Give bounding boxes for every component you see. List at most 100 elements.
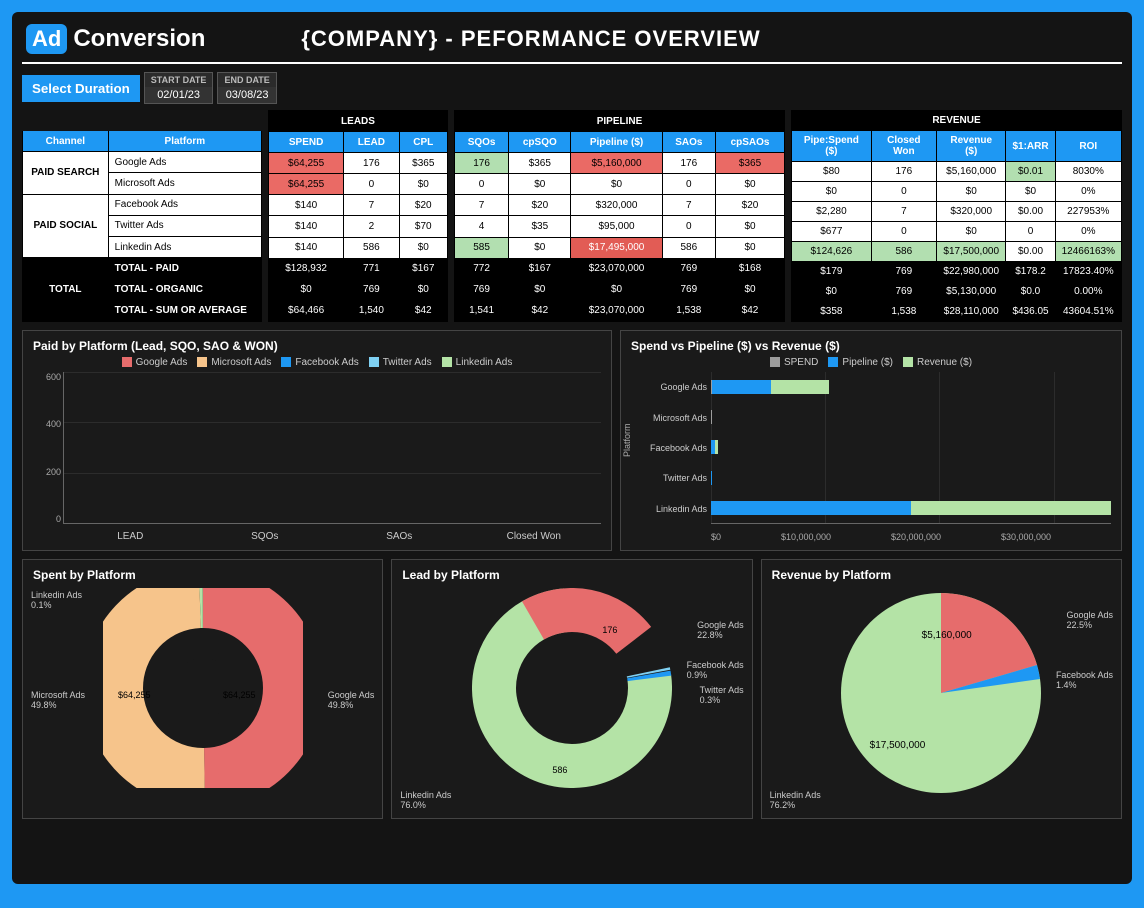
cell: 7 — [455, 195, 509, 216]
chart-legend: SPEND Pipeline ($) Revenue ($) — [631, 357, 1111, 368]
cell: $95,000 — [571, 216, 662, 237]
cell: $0 — [936, 222, 1005, 242]
cell: $23,070,000 — [571, 300, 662, 321]
cell: 17823.40% — [1055, 262, 1121, 282]
cell: 0 — [1006, 222, 1055, 242]
th: ROI — [1055, 131, 1121, 162]
th: Pipeline ($) — [571, 132, 662, 153]
total-row-label: TOTAL - ORGANIC — [108, 279, 261, 300]
legend-item: Twitter Ads — [383, 357, 432, 368]
pipeline-title: PIPELINE — [455, 111, 785, 132]
end-date-value: 03/08/23 — [218, 87, 275, 103]
cell: 586 — [871, 242, 936, 262]
select-duration-button[interactable]: Select Duration — [22, 75, 140, 102]
pie-pct: 22.5% — [1066, 620, 1092, 630]
cell: 769 — [344, 279, 399, 300]
cell: $0 — [509, 279, 571, 300]
cell: $42 — [399, 300, 447, 321]
cell: $128,932 — [269, 258, 344, 279]
pie-value: $64,255 — [118, 690, 151, 700]
cell: 12466163% — [1055, 242, 1121, 262]
ytick: Google Ads — [631, 382, 707, 392]
pie-label: Google Ads — [1066, 610, 1113, 620]
cell: $64,466 — [269, 300, 344, 321]
totals-label: TOTAL — [23, 258, 109, 322]
pie-pct: 0.3% — [700, 695, 721, 705]
ytick: Twitter Ads — [631, 473, 707, 483]
end-date-field[interactable]: END DATE 03/08/23 — [217, 72, 276, 104]
cell: 7 — [871, 202, 936, 222]
cell: $17,500,000 — [936, 242, 1005, 262]
start-date-field[interactable]: START DATE 02/01/23 — [144, 72, 214, 104]
pie-label: Google Ads — [697, 620, 744, 630]
th: Pipe:Spend ($) — [792, 131, 872, 162]
cell: 0 — [662, 174, 715, 195]
cell: $2,280 — [792, 202, 872, 222]
cell: $42 — [716, 300, 785, 321]
ytick: 600 — [33, 372, 61, 382]
total-row-label: TOTAL - SUM OR AVERAGE — [108, 300, 261, 321]
cell: $35 — [509, 216, 571, 237]
xtick: $20,000,000 — [891, 532, 941, 542]
cell: 0 — [344, 174, 399, 195]
ytick: Microsoft Ads — [631, 413, 707, 423]
pie-label: Twitter Ads — [700, 685, 744, 695]
ytick: Facebook Ads — [631, 443, 707, 453]
pie-pct: 49.8% — [328, 700, 354, 710]
cell: $5,160,000 — [936, 162, 1005, 182]
cell: $0.01 — [1006, 162, 1055, 182]
revenue-title: REVENUE — [792, 111, 1122, 131]
ytick: 400 — [33, 419, 61, 429]
legend-item: Revenue ($) — [917, 357, 972, 368]
th: Revenue ($) — [936, 131, 1005, 162]
ytick: 200 — [33, 467, 61, 477]
cell: $124,626 — [792, 242, 872, 262]
start-date-label: START DATE — [145, 73, 213, 87]
th-cpl: CPL — [399, 132, 447, 153]
cell: $168 — [716, 258, 785, 279]
cell: 4 — [455, 216, 509, 237]
cell: $20 — [716, 195, 785, 216]
cell: 769 — [871, 262, 936, 282]
start-date-value: 02/01/23 — [145, 87, 213, 103]
chart-revenue-by-platform: Revenue by Platform Google Ads22.5% Face… — [761, 559, 1122, 819]
legend-item: Microsoft Ads — [211, 357, 271, 368]
cell: $0 — [792, 182, 872, 202]
pie-label: Microsoft Ads — [31, 690, 85, 700]
th: SQOs — [455, 132, 509, 153]
pie-label: Facebook Ads — [1056, 670, 1113, 680]
channel-column: Channel Platform PAID SEARCH Google Ads … — [22, 110, 262, 322]
pie-label: Linkedin Ads — [31, 590, 82, 600]
cell: $0 — [399, 279, 447, 300]
logo: Ad Conversion — [26, 24, 205, 54]
platform-cell: Linkedin Ads — [108, 237, 261, 258]
cell: $42 — [509, 300, 571, 321]
th: $1:ARR — [1006, 131, 1055, 162]
cell: $80 — [792, 162, 872, 182]
cell: 176 — [871, 162, 936, 182]
cell: 1,538 — [871, 302, 936, 322]
top-charts-row: Paid by Platform (Lead, SQO, SAO & WON) … — [22, 330, 1122, 551]
th-channel: Channel — [23, 131, 109, 152]
cell: 0 — [662, 216, 715, 237]
cell: 769 — [662, 279, 715, 300]
logo-mark: Ad — [26, 24, 67, 54]
legend-item: SPEND — [784, 357, 818, 368]
channel-paid-social: PAID SOCIAL — [23, 194, 109, 258]
cell: $5,160,000 — [571, 153, 662, 174]
cell: $365 — [399, 153, 447, 174]
xtick: SQOs — [198, 531, 333, 542]
logo-text: Conversion — [73, 25, 205, 53]
chart-title: Spend vs Pipeline ($) vs Revenue ($) — [631, 339, 1111, 353]
revenue-table: REVENUE Pipe:Spend ($) Closed Won Revenu… — [791, 110, 1122, 322]
ytick: Linkedin Ads — [631, 504, 707, 514]
total-row-label: TOTAL - PAID — [108, 258, 261, 279]
hbar-chart: Platform Google Ads Microsoft Ads Facebo… — [631, 372, 1111, 542]
ytick: 0 — [33, 514, 61, 524]
pie-pct: 22.8% — [697, 630, 723, 640]
chart-spent-by-platform: Spent by Platform Linkedin Ads0.1% Googl… — [22, 559, 383, 819]
cell: $167 — [399, 258, 447, 279]
cell: 769 — [455, 279, 509, 300]
cell: 0% — [1055, 182, 1121, 202]
chart-paid-by-platform: Paid by Platform (Lead, SQO, SAO & WON) … — [22, 330, 612, 551]
